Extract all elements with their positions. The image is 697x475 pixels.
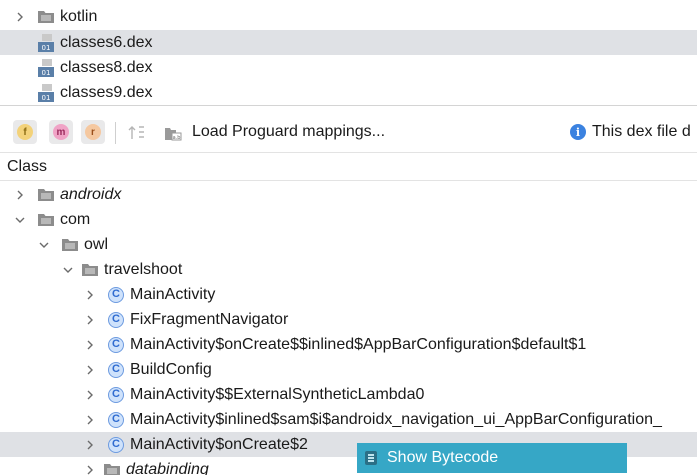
dex-file-icon: 01 <box>38 33 54 52</box>
package-icon <box>62 239 78 251</box>
referenced-member-icon: r <box>85 124 101 140</box>
chevron-right-icon[interactable] <box>84 464 96 475</box>
package-icon <box>104 464 120 475</box>
svg-text:a.b: a.b <box>173 135 181 141</box>
tree-item-classes9-dex[interactable]: 01 classes9.dex <box>0 80 697 105</box>
chevron-right-icon[interactable] <box>84 289 96 301</box>
chevron-right-icon[interactable] <box>14 11 26 23</box>
show-references-toggle[interactable]: r <box>81 120 105 144</box>
package-label: databinding <box>126 460 209 475</box>
class-label: MainActivity <box>130 285 216 303</box>
svg-text:01: 01 <box>42 94 51 102</box>
class-icon: C <box>108 361 124 378</box>
class-label: MainActivity$$ExternalSyntheticLambda0 <box>130 385 425 403</box>
toolbar-separator <box>115 122 116 144</box>
column-header-label: Class <box>7 157 48 175</box>
tree-item-class[interactable]: C MainActivity$onCreate$$inlined$AppBarC… <box>0 332 697 357</box>
tree-item-class[interactable]: C BuildConfig <box>0 357 697 382</box>
info-icon: i <box>570 124 586 140</box>
package-label: androidx <box>60 185 122 203</box>
package-label: travelshoot <box>104 260 183 278</box>
svg-text:01: 01 <box>42 44 51 52</box>
chevron-right-icon[interactable] <box>84 314 96 326</box>
tree-item-label: classes9.dex <box>60 83 153 101</box>
toolbar: f m r a.b Load Proguard mappings... This… <box>0 112 697 152</box>
class-icon: C <box>108 286 124 303</box>
dex-file-icon: 01 <box>38 83 54 102</box>
chevron-right-icon[interactable] <box>84 339 96 351</box>
show-fields-toggle[interactable]: f <box>13 120 37 144</box>
folder-icon <box>38 11 54 23</box>
panel-divider[interactable] <box>0 105 697 106</box>
class-label: BuildConfig <box>130 360 212 378</box>
tree-item-class[interactable]: C MainActivity$$ExternalSyntheticLambda0 <box>0 382 697 407</box>
chevron-right-icon[interactable] <box>84 414 96 426</box>
tree-item-label: classes6.dex <box>60 33 153 51</box>
tree-item-classes8-dex[interactable]: 01 classes8.dex <box>0 55 697 80</box>
tree-item-com[interactable]: com <box>0 207 697 232</box>
chevron-right-icon[interactable] <box>14 189 26 201</box>
load-mappings-icon[interactable]: a.b <box>164 124 182 142</box>
dex-file-icon: 01 <box>38 58 54 77</box>
class-icon: C <box>108 411 124 428</box>
class-column-header[interactable]: Class <box>0 153 697 180</box>
bytecode-icon <box>365 451 377 465</box>
class-label: MainActivity$inlined$sam$i$androidx_navi… <box>130 410 662 428</box>
chevron-right-icon[interactable] <box>84 364 96 376</box>
package-icon <box>82 264 98 276</box>
tree-item-classes6-dex[interactable]: 01 classes6.dex <box>0 30 697 55</box>
package-label: owl <box>84 235 109 253</box>
class-label: MainActivity$onCreate$2 <box>130 435 308 453</box>
class-label: FixFragmentNavigator <box>130 310 289 328</box>
package-icon <box>38 189 54 201</box>
dex-file-tree: kotlin 01 classes6.dex 01 classes8.dex 0… <box>0 0 697 104</box>
class-icon: C <box>108 311 124 328</box>
chevron-right-icon[interactable] <box>84 389 96 401</box>
chevron-right-icon[interactable] <box>84 439 96 451</box>
tree-item-owl[interactable]: owl <box>0 232 697 257</box>
chevron-down-icon[interactable] <box>14 214 26 226</box>
info-message: This dex file d <box>592 123 691 140</box>
show-methods-toggle[interactable]: m <box>49 120 73 144</box>
tree-item-label: kotlin <box>60 7 98 25</box>
tree-item-class[interactable]: C MainActivity <box>0 282 697 307</box>
tree-item-travelshoot[interactable]: travelshoot <box>0 257 697 282</box>
context-menu-show-bytecode[interactable]: Show Bytecode <box>357 443 627 473</box>
tree-item-label: classes8.dex <box>60 58 153 76</box>
tree-item-class[interactable]: C FixFragmentNavigator <box>0 307 697 332</box>
package-icon <box>38 214 54 226</box>
chevron-down-icon[interactable] <box>62 264 74 276</box>
tree-item-androidx[interactable]: androidx <box>0 182 697 207</box>
svg-text:01: 01 <box>42 69 51 77</box>
tree-item-kotlin[interactable]: kotlin <box>0 4 697 29</box>
header-divider <box>0 180 697 181</box>
class-icon: C <box>108 386 124 403</box>
chevron-down-icon[interactable] <box>38 239 50 251</box>
package-label: com <box>60 210 91 228</box>
method-icon: m <box>53 124 69 140</box>
class-icon: C <box>108 436 124 453</box>
field-icon: f <box>17 124 33 140</box>
menu-item-label: Show Bytecode <box>387 449 499 466</box>
sort-icon[interactable] <box>128 124 146 142</box>
class-label: MainActivity$onCreate$$inlined$AppBarCon… <box>130 335 587 353</box>
class-icon: C <box>108 336 124 353</box>
load-proguard-mappings-button[interactable]: Load Proguard mappings... <box>192 123 385 141</box>
tree-item-class[interactable]: C MainActivity$inlined$sam$i$androidx_na… <box>0 407 697 432</box>
